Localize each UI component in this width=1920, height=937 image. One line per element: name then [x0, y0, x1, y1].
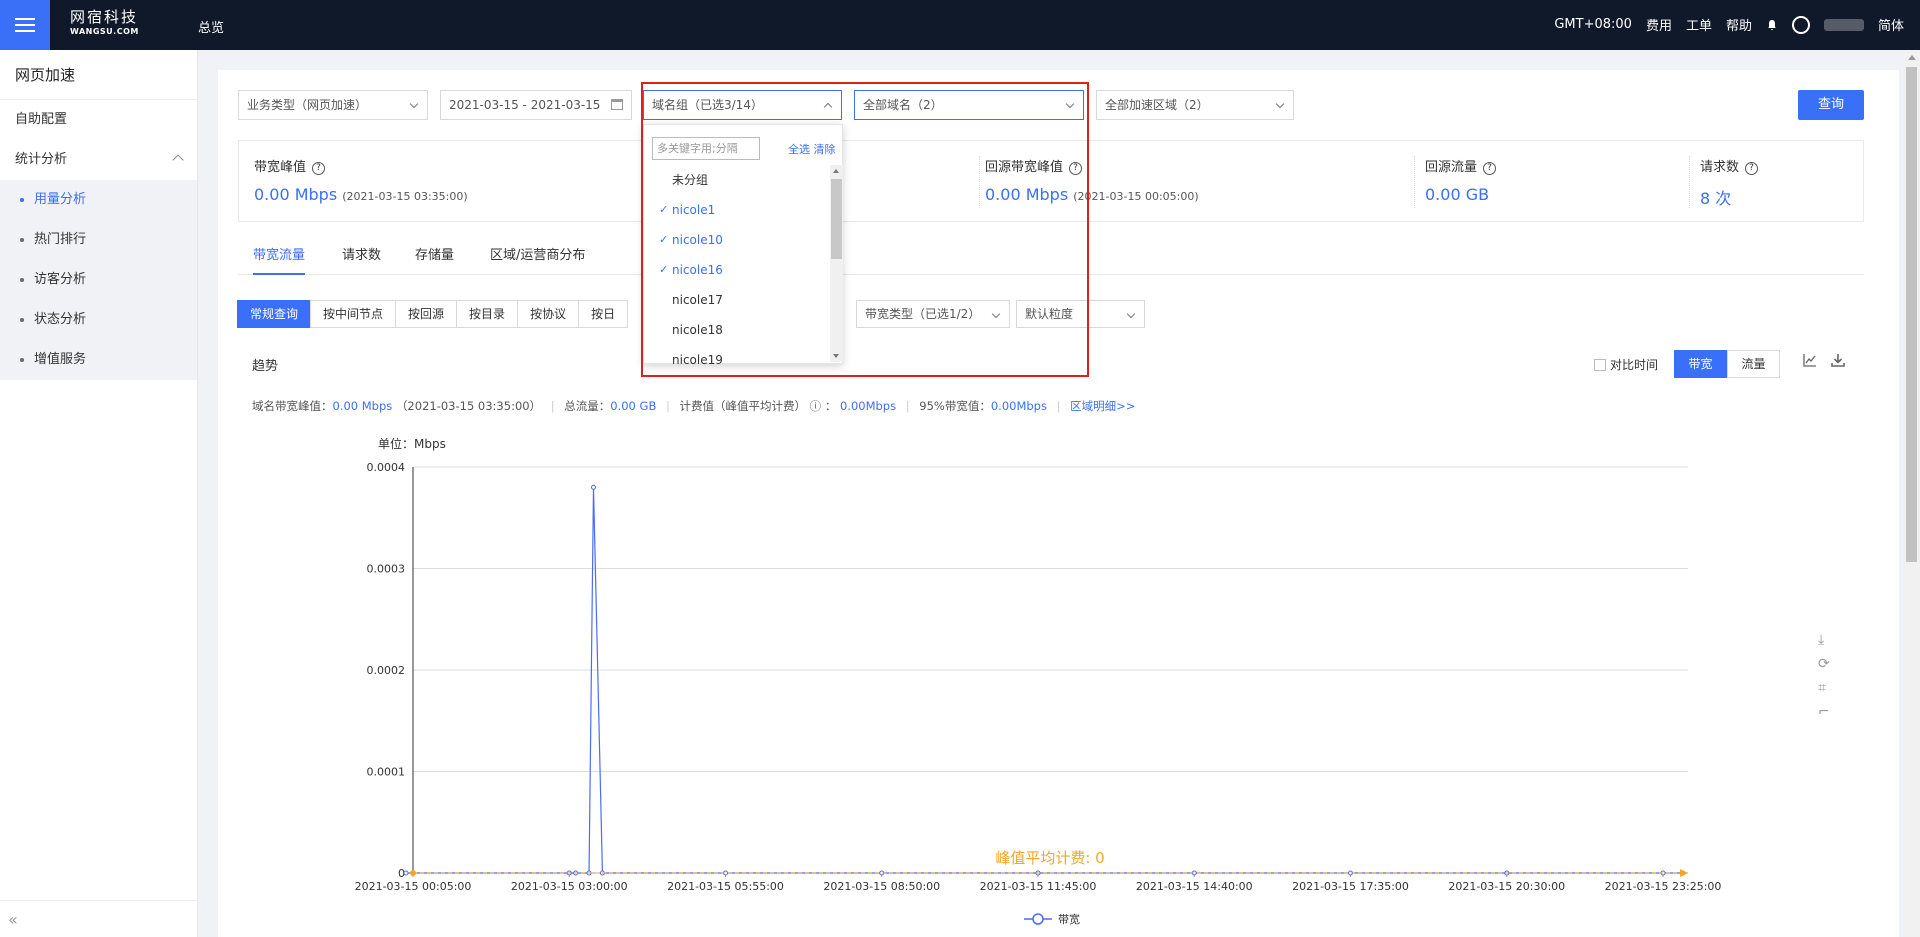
zoom-reset-icon[interactable]: ⌐	[1818, 704, 1830, 720]
nav-overview[interactable]: 总览	[198, 17, 224, 36]
data-point	[403, 870, 409, 876]
y-tick-label: 0.0002	[367, 664, 406, 677]
page-scrollbar[interactable]	[1903, 50, 1920, 937]
sidebar-item-visitor-analysis[interactable]: 访客分析	[0, 260, 197, 300]
sidebar-title: 网页加速	[0, 50, 197, 100]
legend-label: 带宽	[1058, 912, 1080, 926]
dropdown-option[interactable]: nicole16	[644, 255, 832, 285]
nav-help[interactable]: 帮助	[1726, 15, 1752, 34]
sidebar-sub-group: 用量分析 热门排行 访客分析 状态分析 增值服务	[0, 180, 197, 380]
sidebar-item-label: 统计分析	[15, 152, 68, 167]
dropdown-option[interactable]: 未分组	[644, 165, 832, 195]
chevron-up-icon	[172, 154, 184, 166]
timezone[interactable]: GMT+08:00	[1554, 17, 1632, 32]
bandwidth-trend-chart: 单位：Mbps0.00040.00030.00020.000102021-03-…	[355, 436, 1722, 926]
logo[interactable]: 网宿科技 WANGSU.COM	[70, 10, 139, 36]
sidebar-item-top-ranking[interactable]: 热门排行	[0, 220, 197, 260]
clear-link[interactable]: 清除	[814, 143, 836, 156]
scroll-thumb[interactable]	[1906, 67, 1917, 562]
username-masked[interactable]	[1823, 18, 1864, 31]
sidebar-item-self-config[interactable]: 自助配置	[0, 100, 197, 140]
dropdown-search-input[interactable]: 多关键字用;分隔	[652, 137, 760, 160]
x-tick-label: 2021-03-15 00:05:00	[355, 880, 472, 893]
user-avatar-icon[interactable]	[1791, 15, 1810, 34]
chart-unit-label: 单位：Mbps	[378, 436, 446, 451]
language-switch[interactable]: 简体	[1878, 15, 1904, 34]
chart-toolbox: ⤓ ⟳ ⌗ ⌐	[1818, 632, 1830, 720]
top-right-menu: GMT+08:00 费用 工单 帮助 简体	[1554, 15, 1904, 34]
nav-billing[interactable]: 费用	[1646, 15, 1672, 34]
markline-arrow	[1680, 869, 1688, 877]
y-tick-label: 0.0003	[367, 563, 406, 576]
scroll-up-icon[interactable]	[1908, 55, 1916, 60]
x-tick-label: 2021-03-15 11:45:00	[980, 880, 1097, 893]
logo-en: WANGSU.COM	[70, 27, 139, 36]
dropdown-option[interactable]: nicole18	[644, 315, 832, 345]
dropdown-option-list: 未分组nicole1nicole10nicole16nicole17nicole…	[644, 165, 832, 375]
sidebar-divider	[0, 900, 198, 901]
scroll-up-icon[interactable]	[833, 169, 839, 173]
markline-start	[410, 870, 416, 876]
x-tick-label: 2021-03-15 20:30:00	[1448, 880, 1565, 893]
dropdown-option[interactable]: nicole10	[644, 225, 832, 255]
nav-ticket[interactable]: 工单	[1686, 15, 1712, 34]
scroll-down-icon[interactable]	[833, 354, 839, 358]
series-line-bandwidth	[406, 487, 1683, 874]
y-tick-label: 0.0001	[367, 766, 406, 779]
restore-icon[interactable]: ⟳	[1818, 656, 1830, 672]
dropdown-option[interactable]: nicole17	[644, 285, 832, 315]
save-image-icon[interactable]: ⤓	[1818, 632, 1830, 648]
x-tick-label: 2021-03-15 08:50:00	[823, 880, 940, 893]
dropdown-actions: 全选 清除	[788, 141, 836, 157]
collapse-sidebar-icon[interactable]: «	[8, 910, 18, 929]
dropdown-option[interactable]: nicole1	[644, 195, 832, 225]
sidebar-item-label: 自助配置	[15, 112, 68, 127]
x-tick-label: 2021-03-15 23:25:00	[1605, 880, 1722, 893]
sidebar-item-usage-analysis[interactable]: 用量分析	[0, 180, 197, 220]
select-all-link[interactable]: 全选	[788, 143, 810, 156]
sidebar-item-statistics[interactable]: 统计分析	[0, 140, 197, 180]
sidebar-item-value-added[interactable]: 增值服务	[0, 340, 197, 380]
x-tick-label: 2021-03-15 17:35:00	[1292, 880, 1409, 893]
logo-cn: 网宿科技	[70, 8, 139, 26]
x-tick-label: 2021-03-15 05:55:00	[667, 880, 784, 893]
x-tick-label: 2021-03-15 03:00:00	[511, 880, 628, 893]
sidebar-item-status-analysis[interactable]: 状态分析	[0, 300, 197, 340]
y-tick-label: 0.0004	[367, 461, 406, 474]
legend-marker	[1032, 913, 1044, 925]
menu-icon[interactable]	[0, 0, 50, 50]
sidebar: 网页加速 自助配置 统计分析 用量分析 热门排行 访客分析 状态分析 增值服务 …	[0, 50, 198, 937]
scroll-thumb[interactable]	[831, 179, 842, 259]
domain-group-dropdown: 多关键字用;分隔 全选 清除 未分组nicole1nicole10nicole1…	[643, 124, 843, 367]
top-bar: 网宿科技 WANGSU.COM 总览 GMT+08:00 费用 工单 帮助 简体	[0, 0, 1920, 50]
dropdown-option[interactable]: nicole19	[644, 345, 832, 375]
data-point	[590, 484, 596, 490]
x-tick-label: 2021-03-15 14:40:00	[1136, 880, 1253, 893]
zoom-icon[interactable]: ⌗	[1818, 680, 1830, 696]
dropdown-scrollbar[interactable]	[830, 165, 843, 362]
markline-label: 峰值平均计费: 0	[995, 849, 1104, 867]
main-panel: 业务类型（网页加速） 2021-03-15 - 2021-03-15 域名组（已…	[218, 70, 1899, 937]
bell-icon[interactable]	[1766, 19, 1778, 31]
